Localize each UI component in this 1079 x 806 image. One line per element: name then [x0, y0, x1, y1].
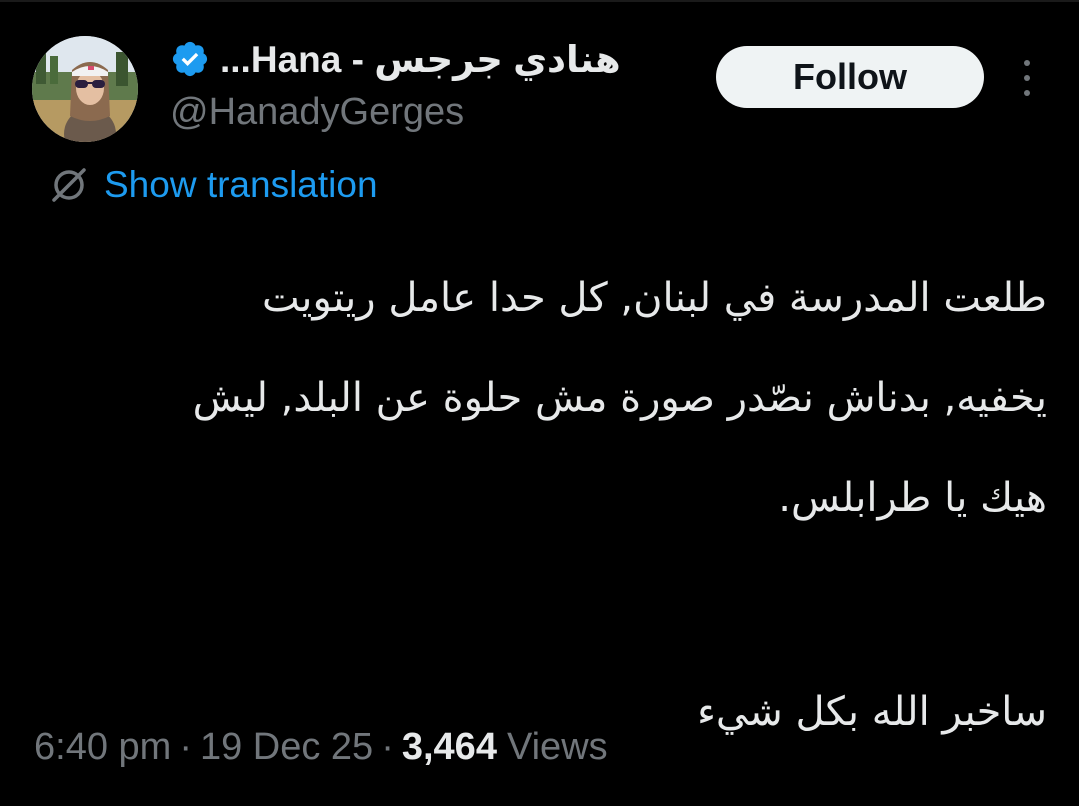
user-handle[interactable]: @HanadyGerges	[170, 90, 621, 134]
follow-button[interactable]: Follow	[716, 46, 984, 108]
tweet-meta: 6:40 pm · 19 Dec 25 · 3,464 Views	[34, 726, 608, 769]
more-dot	[1024, 60, 1030, 66]
author-header: هنادي جرجس - Hana... @HanadyGerges	[170, 34, 621, 134]
avatar[interactable]	[32, 36, 138, 142]
more-dot	[1024, 90, 1030, 96]
tweet-date[interactable]: 19 Dec 25	[200, 726, 373, 769]
name-row: هنادي جرجس - Hana...	[170, 34, 621, 84]
verified-badge-icon[interactable]	[170, 39, 210, 79]
tweet-time[interactable]: 6:40 pm	[34, 726, 171, 769]
show-translation-label: Show translation	[104, 164, 378, 205]
views-label: Views	[506, 726, 608, 768]
tweet-line: طلعت المدرسة في لبنان, كل حدا عامل ريتوي…	[262, 275, 1047, 321]
top-divider	[0, 0, 1079, 2]
show-translation-link[interactable]: Show translation	[46, 162, 378, 208]
views-count[interactable]: 3,464	[402, 726, 497, 769]
tweet-line: هيك يا طرابلس.	[778, 475, 1047, 521]
display-name[interactable]: هنادي جرجس - Hana...	[220, 38, 621, 81]
tweet-line: يخفيه, بدناش نصّدر صورة مش حلوة عن البلد…	[192, 375, 1047, 421]
more-dot	[1024, 75, 1030, 81]
meta-separator: ·	[179, 726, 192, 768]
more-options-icon[interactable]	[1012, 56, 1042, 100]
tweet-text: طلعت المدرسة في لبنان, كل حدا عامل ريتوي…	[47, 248, 1047, 762]
meta-separator: ·	[381, 726, 394, 768]
globe-translate-icon	[52, 168, 86, 202]
profile-photo	[32, 36, 138, 142]
